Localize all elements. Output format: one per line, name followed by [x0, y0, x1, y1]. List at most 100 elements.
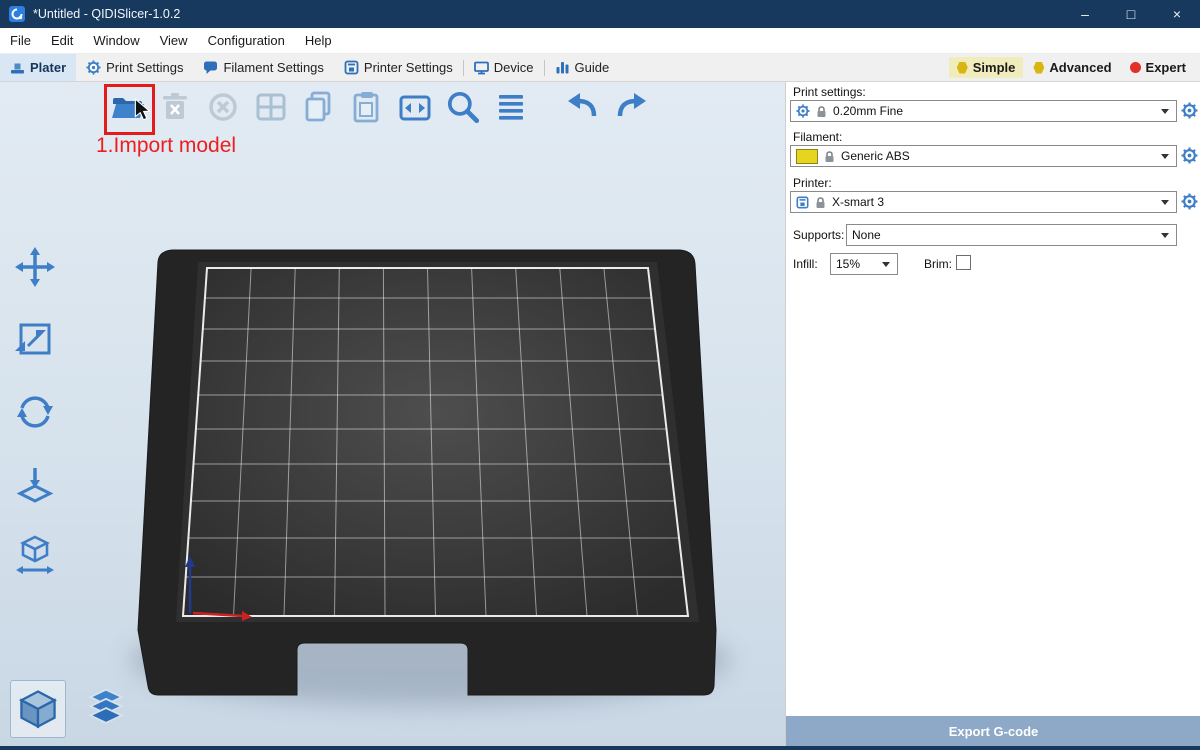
tab-label: Filament Settings [223, 60, 323, 75]
tab-print-settings[interactable]: Print Settings [76, 54, 193, 81]
undo-icon [565, 89, 601, 125]
stacked-layers-icon [83, 685, 129, 733]
print-settings-icon [86, 60, 101, 75]
guide-icon [555, 60, 570, 75]
export-gcode-button[interactable]: Export G-code [786, 716, 1200, 746]
view-switch [10, 680, 134, 738]
mode-expert[interactable]: Expert [1122, 57, 1194, 78]
copy-button[interactable] [300, 88, 338, 126]
menu-window[interactable]: Window [83, 28, 149, 53]
chevron-down-icon [1161, 233, 1169, 238]
3d-view-button[interactable] [10, 680, 66, 738]
delete-all-button[interactable] [204, 88, 242, 126]
mode-switcher: Simple Advanced Expert [949, 57, 1200, 78]
layers-icon [493, 89, 529, 125]
window-bottom-edge [0, 746, 1200, 750]
app-logo-icon [9, 6, 25, 22]
filament-value: Generic ABS [841, 149, 910, 163]
window-title: *Untitled - QIDISlicer-1.0.2 [33, 7, 180, 21]
tab-filament-settings[interactable]: Filament Settings [193, 54, 333, 81]
scale-icon [13, 317, 57, 361]
delete-all-icon [205, 89, 241, 125]
undo-button[interactable] [564, 88, 602, 126]
filament-combo[interactable]: Generic ABS [790, 145, 1177, 167]
menu-edit[interactable]: Edit [41, 28, 83, 53]
filament-gear-button[interactable] [1181, 147, 1199, 165]
tab-device[interactable]: Device [464, 54, 544, 81]
mode-label: Simple [973, 60, 1016, 75]
printer-icon [796, 196, 809, 209]
arrange-button[interactable] [252, 88, 290, 126]
paste-button[interactable] [348, 88, 386, 126]
menu-help[interactable]: Help [295, 28, 342, 53]
gear-icon [1181, 147, 1198, 164]
gizmo-toolbar [12, 244, 58, 578]
lock-icon [816, 105, 827, 118]
copy-icon [301, 89, 337, 125]
tab-label: Printer Settings [364, 60, 453, 75]
mode-label: Advanced [1049, 60, 1111, 75]
rotate-tool-button[interactable] [12, 388, 58, 434]
mode-simple[interactable]: Simple [949, 57, 1024, 78]
lock-icon [824, 150, 835, 163]
menu-view[interactable]: View [150, 28, 198, 53]
search-button[interactable] [444, 88, 482, 126]
menu-file[interactable]: File [0, 28, 41, 53]
variable-layer-height-button[interactable] [492, 88, 530, 126]
tab-label: Plater [30, 60, 66, 75]
printer-settings-icon [344, 60, 359, 75]
place-on-face-icon [13, 461, 57, 505]
3d-cube-icon [15, 685, 61, 733]
preview-layers-button[interactable] [78, 680, 134, 738]
minimize-button[interactable]: – [1062, 0, 1108, 28]
tab-guide[interactable]: Guide [545, 54, 620, 81]
printer-combo[interactable]: X-smart 3 [790, 191, 1177, 213]
move-icon [13, 245, 57, 289]
brim-checkbox[interactable] [956, 255, 971, 270]
chevron-down-icon [1161, 200, 1169, 205]
place-on-face-tool-button[interactable] [12, 460, 58, 506]
plater-icon [10, 60, 25, 75]
plater-toolbar [108, 88, 650, 126]
paste-icon [349, 89, 385, 125]
annotation-text: 1.Import model [96, 134, 236, 158]
supports-combo[interactable]: None [846, 224, 1177, 246]
infill-label: Infill: [793, 257, 818, 271]
printer-gear-button[interactable] [1181, 193, 1199, 211]
3d-viewport[interactable]: 1.Import model [0, 82, 785, 746]
close-button[interactable]: × [1154, 0, 1200, 28]
print-settings-value: 0.20mm Fine [833, 104, 903, 118]
build-plate[interactable] [0, 82, 785, 746]
print-settings-combo[interactable]: 0.20mm Fine [790, 100, 1177, 122]
expert-mode-icon [1130, 62, 1141, 73]
mode-advanced[interactable]: Advanced [1025, 57, 1119, 78]
gear-icon [1181, 193, 1198, 210]
advanced-mode-icon [1033, 62, 1044, 74]
gear-icon [1181, 102, 1198, 119]
tab-printer-settings[interactable]: Printer Settings [334, 54, 463, 81]
menu-bar: File Edit Window View Configuration Help [0, 28, 1200, 54]
chevron-down-icon [882, 262, 890, 267]
brim-label: Brim: [924, 257, 952, 271]
supports-value: None [852, 228, 881, 242]
scale-tool-button[interactable] [12, 316, 58, 362]
tab-plater[interactable]: Plater [0, 54, 76, 81]
delete-button[interactable] [156, 88, 194, 126]
maximize-button[interactable]: □ [1108, 0, 1154, 28]
infill-combo[interactable]: 15% [830, 253, 898, 275]
device-icon [474, 60, 489, 75]
redo-icon [613, 89, 649, 125]
infill-value: 15% [836, 257, 860, 271]
tab-label: Print Settings [106, 60, 183, 75]
filament-color-swatch [796, 149, 818, 164]
move-tool-button[interactable] [12, 244, 58, 290]
mode-label: Expert [1146, 60, 1186, 75]
print-settings-gear-button[interactable] [1181, 102, 1199, 120]
menu-configuration[interactable]: Configuration [198, 28, 295, 53]
filament-settings-icon [203, 60, 218, 75]
settings-sidebar: Print settings: 0.20mm Fine Filament: Ge… [785, 82, 1200, 746]
split-objects-button[interactable] [396, 88, 434, 126]
redo-button[interactable] [612, 88, 650, 126]
measure-tool-button[interactable] [12, 532, 58, 578]
lock-icon [815, 196, 826, 209]
